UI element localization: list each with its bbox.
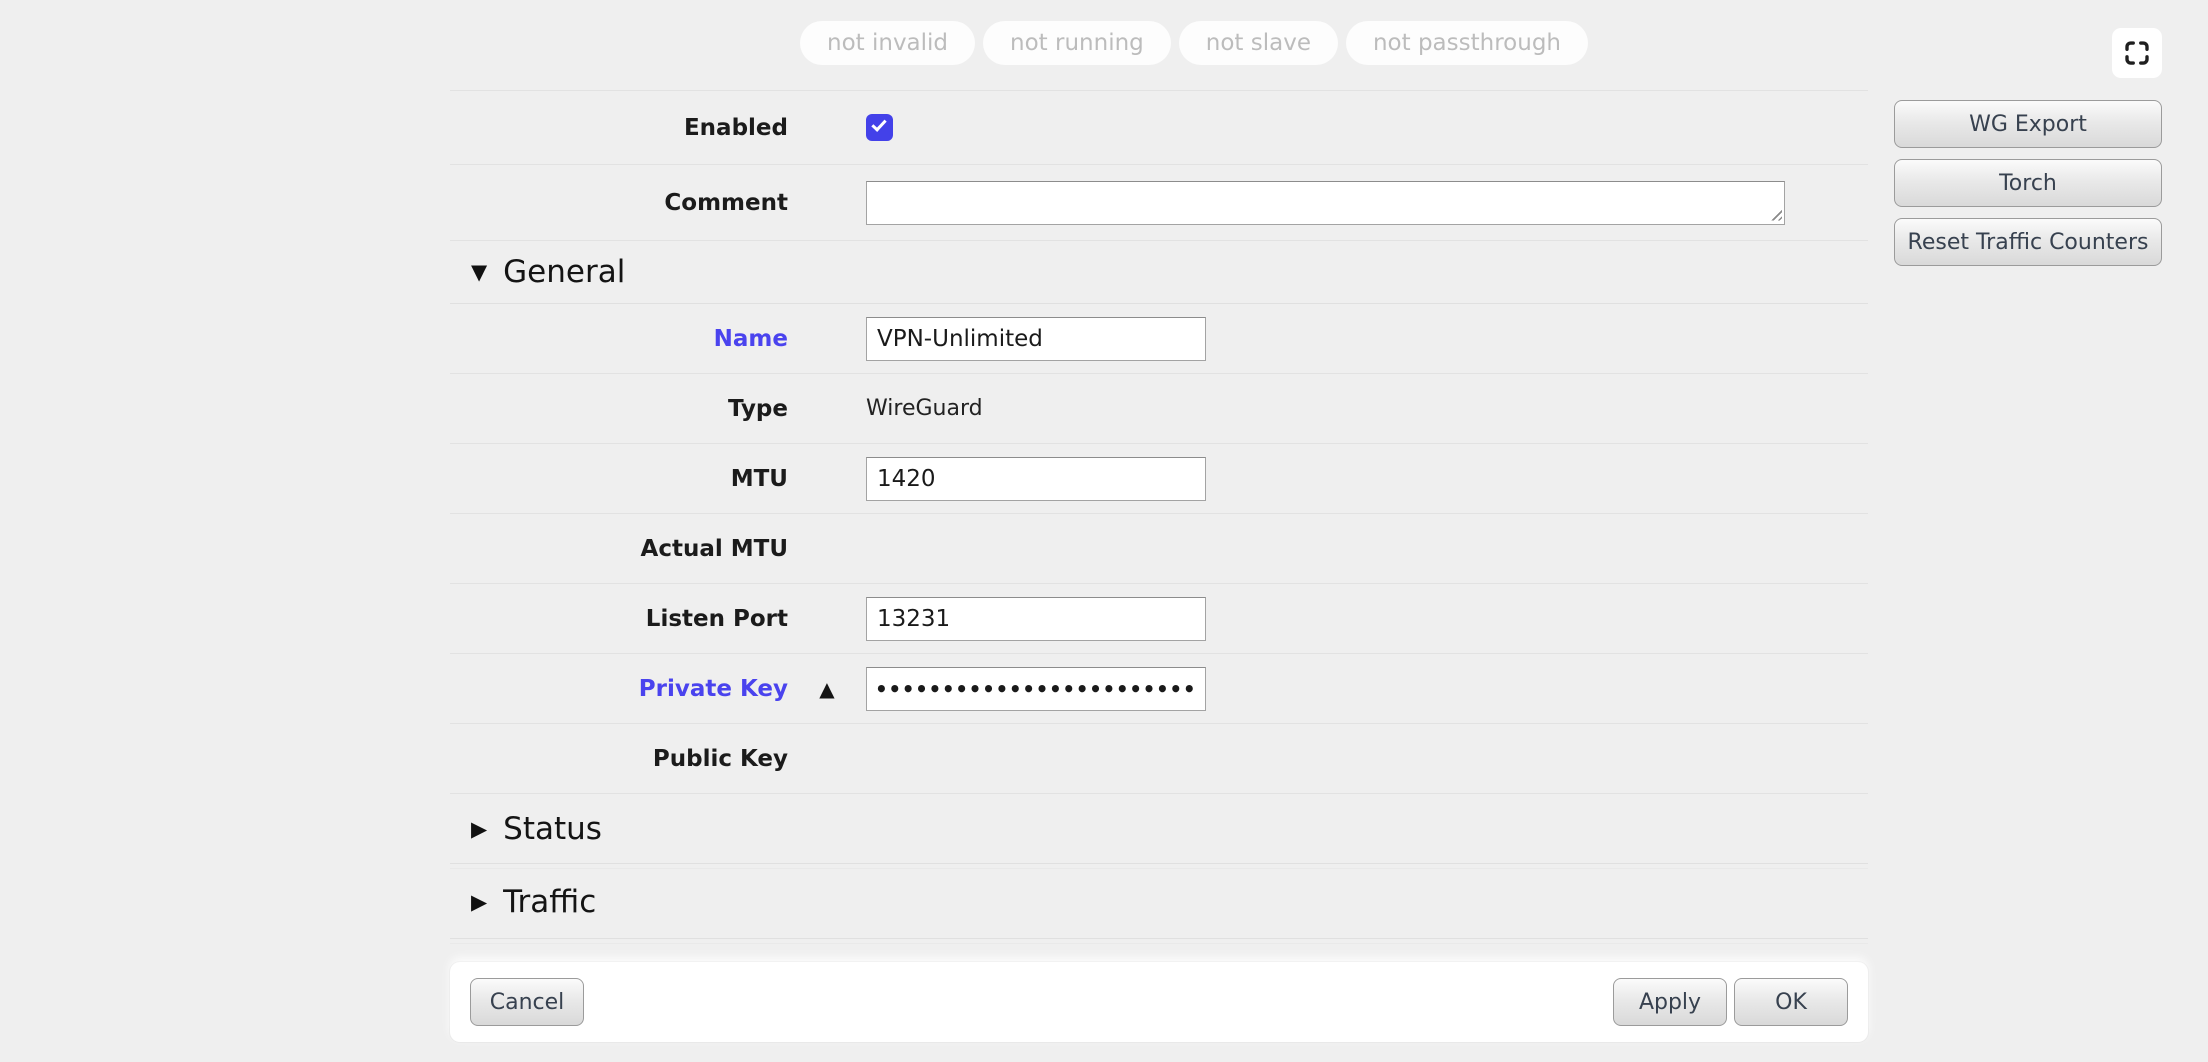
name-row: Name [450, 304, 1868, 374]
section-status[interactable]: ▶ Status [450, 794, 1868, 864]
mtu-row: MTU [450, 444, 1868, 514]
checkmark-icon [871, 116, 886, 132]
apply-button[interactable]: Apply [1613, 978, 1727, 1026]
status-badge: not invalid [800, 21, 975, 65]
type-label: Type [450, 396, 788, 422]
status-badge: not slave [1179, 21, 1338, 65]
actual-mtu-label: Actual MTU [450, 536, 788, 562]
comment-label: Comment [450, 190, 788, 216]
section-general-title: General [503, 254, 625, 290]
type-value: WireGuard [866, 396, 983, 421]
status-badge: not running [983, 21, 1171, 65]
comment-textarea[interactable] [866, 181, 1785, 225]
footer-bar: Cancel Apply OK [450, 962, 1868, 1042]
fullscreen-icon [2122, 38, 2152, 68]
public-key-row: Public Key [450, 724, 1868, 794]
enabled-label: Enabled [450, 115, 788, 141]
interface-form: Enabled Comment ▼ General Name Type [450, 90, 1868, 939]
status-badge: not passthrough [1346, 21, 1588, 65]
torch-button[interactable]: Torch [1894, 159, 2162, 207]
section-traffic-title: Traffic [503, 884, 596, 920]
private-key-label: Private Key [450, 676, 788, 702]
collapse-up-icon[interactable]: ▲ [819, 677, 834, 701]
enabled-checkbox[interactable] [866, 114, 893, 141]
public-key-label: Public Key [450, 746, 788, 772]
listen-port-input[interactable] [866, 597, 1206, 641]
name-label: Name [450, 326, 788, 352]
private-key-input[interactable] [866, 667, 1206, 711]
wg-export-button[interactable]: WG Export [1894, 100, 2162, 148]
cancel-button[interactable]: Cancel [470, 978, 584, 1026]
mtu-input[interactable] [866, 457, 1206, 501]
name-input[interactable] [866, 317, 1206, 361]
listen-port-label: Listen Port [450, 606, 788, 632]
type-row: Type WireGuard [450, 374, 1868, 444]
section-traffic[interactable]: ▶ Traffic [450, 864, 1868, 939]
action-buttons: WG Export Torch Reset Traffic Counters [1894, 100, 2162, 266]
section-status-title: Status [503, 811, 602, 847]
chevron-right-icon: ▶ [471, 817, 487, 841]
mtu-label: MTU [450, 466, 788, 492]
private-key-row: Private Key ▲ [450, 654, 1868, 724]
actual-mtu-row: Actual MTU [450, 514, 1868, 584]
ok-button[interactable]: OK [1734, 978, 1848, 1026]
comment-row: Comment [450, 165, 1868, 241]
enabled-row: Enabled [450, 91, 1868, 165]
status-badges: not invalid not running not slave not pa… [800, 21, 1588, 65]
reset-traffic-counters-button[interactable]: Reset Traffic Counters [1894, 218, 2162, 266]
listen-port-row: Listen Port [450, 584, 1868, 654]
section-general[interactable]: ▼ General [450, 241, 1868, 304]
chevron-right-icon: ▶ [471, 890, 487, 914]
fullscreen-button[interactable] [2112, 28, 2162, 78]
chevron-down-icon: ▼ [471, 260, 487, 284]
